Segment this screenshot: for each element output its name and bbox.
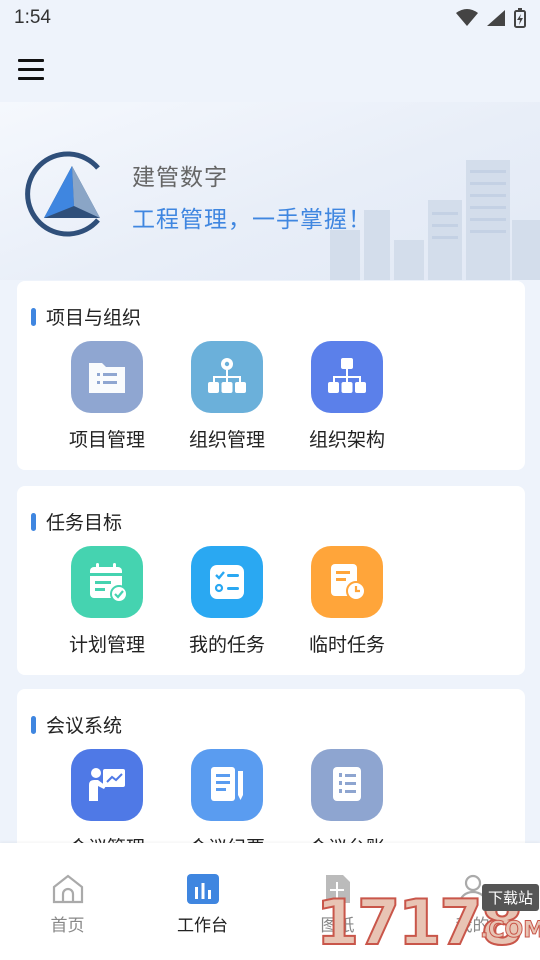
brand-slogan: 工程管理，一手掌握！ bbox=[132, 206, 372, 232]
section-project-organization: 项目与组织 项目管理 组织管理 组织架构 bbox=[17, 281, 525, 470]
brand-logo bbox=[25, 151, 100, 237]
clock-doc-icon bbox=[311, 546, 383, 618]
status-icons bbox=[456, 8, 526, 28]
tile-plan-management[interactable]: 计划管理 bbox=[47, 546, 167, 657]
calendar-check-icon bbox=[71, 546, 143, 618]
section-title: 会议系统 bbox=[31, 711, 122, 738]
tile-organization-structure[interactable]: 组织架构 bbox=[287, 341, 407, 452]
task-list-icon bbox=[191, 546, 263, 618]
org-chart-icon bbox=[311, 341, 383, 413]
section-title: 项目与组织 bbox=[31, 303, 141, 330]
signal-icon bbox=[487, 10, 505, 26]
home-icon bbox=[52, 874, 83, 904]
tile-project-management[interactable]: 项目管理 bbox=[47, 341, 167, 452]
brand-name: 建管数字 bbox=[132, 164, 228, 190]
nav-home[interactable]: 首页 bbox=[0, 843, 135, 960]
app-bar bbox=[0, 36, 540, 102]
watermark-logo: 17178 下载站 .COM bbox=[315, 884, 540, 960]
section-title: 任务目标 bbox=[31, 508, 122, 535]
presenter-icon bbox=[71, 749, 143, 821]
ledger-icon bbox=[311, 749, 383, 821]
org-gear-icon bbox=[191, 341, 263, 413]
battery-icon bbox=[514, 8, 526, 28]
status-bar: 1:54 bbox=[0, 0, 540, 36]
section-task-goals: 任务目标 计划管理 我的任务 临时任务 bbox=[17, 486, 525, 675]
wifi-icon bbox=[456, 9, 478, 26]
tile-temporary-tasks[interactable]: 临时任务 bbox=[287, 546, 407, 657]
notes-pen-icon bbox=[191, 749, 263, 821]
status-time: 1:54 bbox=[14, 7, 51, 28]
folder-list-icon bbox=[71, 341, 143, 413]
tile-my-tasks[interactable]: 我的任务 bbox=[167, 546, 287, 657]
menu-icon[interactable] bbox=[18, 54, 48, 84]
workbench-chart-icon bbox=[186, 874, 219, 904]
nav-workbench[interactable]: 工作台 bbox=[135, 843, 270, 960]
tile-organization-management[interactable]: 组织管理 bbox=[167, 341, 287, 452]
hero-banner: 建管数字 工程管理，一手掌握！ bbox=[0, 102, 540, 280]
